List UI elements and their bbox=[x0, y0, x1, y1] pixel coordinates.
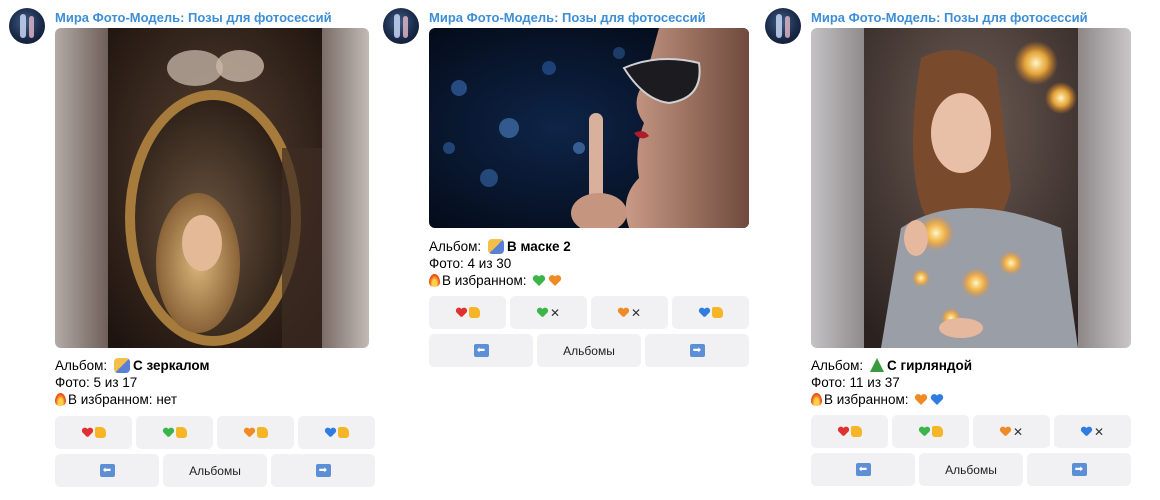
reaction-buttons bbox=[55, 416, 375, 449]
mirror-photo-image bbox=[55, 28, 369, 348]
reaction-green-button[interactable] bbox=[136, 416, 213, 449]
nav-buttons: ⬅ Альбомы ➡ bbox=[811, 453, 1131, 486]
mask-photo-image bbox=[429, 28, 749, 228]
album-label: Альбом: bbox=[811, 358, 864, 373]
post-photo-garland[interactable] bbox=[811, 28, 1131, 348]
album-line: Альбом: В маске 2 bbox=[429, 238, 571, 255]
thumbs-up-icon bbox=[931, 426, 943, 437]
green-heart-icon bbox=[533, 275, 546, 286]
post-photo-mirror[interactable] bbox=[55, 28, 369, 348]
channel-avatar[interactable] bbox=[765, 8, 801, 44]
fire-icon bbox=[811, 393, 822, 406]
reaction-green-button[interactable] bbox=[892, 415, 969, 448]
thumbs-up-icon bbox=[850, 426, 862, 437]
right-arrow-icon: ➡ bbox=[315, 464, 331, 477]
photo-count: Фото: 5 из 17 bbox=[55, 375, 138, 390]
favorites-label: В избранном: bbox=[68, 392, 153, 407]
reaction-orange-button[interactable]: ✕ bbox=[973, 415, 1050, 448]
red-heart-icon bbox=[82, 428, 93, 438]
favorites-line: В избранном: bbox=[811, 391, 944, 408]
channel-avatar[interactable] bbox=[9, 8, 45, 44]
reaction-green-button[interactable]: ✕ bbox=[510, 296, 587, 329]
next-button[interactable]: ➡ bbox=[271, 454, 375, 487]
thumbs-up-icon bbox=[337, 427, 349, 438]
left-arrow-icon: ⬅ bbox=[99, 464, 115, 477]
fire-icon bbox=[55, 393, 66, 406]
channel-avatar[interactable] bbox=[383, 8, 419, 44]
reaction-red-button[interactable] bbox=[429, 296, 506, 329]
blue-heart-icon bbox=[699, 308, 710, 318]
orange-heart-icon bbox=[915, 394, 928, 405]
prev-button[interactable]: ⬅ bbox=[429, 334, 533, 367]
albums-button[interactable]: Альбомы bbox=[163, 454, 267, 487]
reaction-buttons: ✕ ✕ bbox=[429, 296, 749, 329]
next-button[interactable]: ➡ bbox=[1027, 453, 1131, 486]
x-icon: ✕ bbox=[1012, 424, 1024, 439]
green-heart-icon bbox=[537, 308, 548, 318]
red-heart-icon bbox=[456, 308, 467, 318]
next-button[interactable]: ➡ bbox=[645, 334, 749, 367]
photo-count: Фото: 11 из 37 bbox=[811, 375, 900, 390]
channel-name[interactable]: Мира Фото-Модель: Позы для фотосессий bbox=[55, 10, 332, 25]
favorites-label: В избранном: bbox=[824, 392, 909, 407]
favorites-value: нет bbox=[156, 392, 178, 407]
albums-button[interactable]: Альбомы bbox=[537, 334, 641, 367]
x-icon: ✕ bbox=[630, 305, 642, 320]
orange-heart-icon bbox=[549, 275, 562, 286]
christmas-tree-icon bbox=[869, 358, 884, 372]
favorites-label: В избранном: bbox=[442, 273, 527, 288]
x-icon: ✕ bbox=[549, 305, 561, 320]
right-arrow-icon: ➡ bbox=[1071, 463, 1087, 476]
reaction-orange-button[interactable]: ✕ bbox=[591, 296, 668, 329]
album-label: Альбом: bbox=[55, 358, 108, 373]
reaction-blue-button[interactable]: ✕ bbox=[1054, 415, 1131, 448]
channel-name[interactable]: Мира Фото-Модель: Позы для фотосессий bbox=[811, 10, 1088, 25]
post-photo-mask[interactable] bbox=[429, 28, 749, 228]
album-name: В маске 2 bbox=[506, 239, 571, 254]
fire-icon bbox=[429, 274, 440, 287]
albums-button[interactable]: Альбомы bbox=[919, 453, 1023, 486]
green-heart-icon bbox=[163, 428, 174, 438]
favorites-line: В избранном: bbox=[429, 272, 562, 289]
nav-buttons: ⬅ Альбомы ➡ bbox=[55, 454, 375, 487]
thumbs-up-icon bbox=[175, 427, 187, 438]
blue-heart-icon bbox=[325, 428, 336, 438]
thumbs-up-icon bbox=[256, 427, 268, 438]
album-name: С зеркалом bbox=[132, 358, 210, 373]
green-heart-icon bbox=[919, 427, 930, 437]
left-arrow-icon: ⬅ bbox=[855, 463, 871, 476]
orange-heart-icon bbox=[618, 308, 629, 318]
theater-masks-icon bbox=[113, 358, 130, 373]
x-icon: ✕ bbox=[1093, 424, 1105, 439]
prev-button[interactable]: ⬅ bbox=[55, 454, 159, 487]
reaction-red-button[interactable] bbox=[811, 415, 888, 448]
album-label: Альбом: bbox=[429, 239, 482, 254]
channel-name[interactable]: Мира Фото-Модель: Позы для фотосессий bbox=[429, 10, 706, 25]
red-heart-icon bbox=[838, 427, 849, 437]
album-line: Альбом: С гирляндой bbox=[811, 357, 972, 374]
prev-button[interactable]: ⬅ bbox=[811, 453, 915, 486]
thumbs-up-icon bbox=[94, 427, 106, 438]
album-line: Альбом: С зеркалом bbox=[55, 357, 209, 374]
right-arrow-icon: ➡ bbox=[689, 344, 705, 357]
thumbs-up-icon bbox=[468, 307, 480, 318]
reaction-blue-button[interactable] bbox=[672, 296, 749, 329]
favorites-line: В избранном: нет bbox=[55, 391, 177, 408]
nav-buttons: ⬅ Альбомы ➡ bbox=[429, 334, 749, 367]
reaction-orange-button[interactable] bbox=[217, 416, 294, 449]
orange-heart-icon bbox=[1000, 427, 1011, 437]
reaction-buttons: ✕ ✕ bbox=[811, 415, 1131, 448]
left-arrow-icon: ⬅ bbox=[473, 344, 489, 357]
blue-heart-icon bbox=[1081, 427, 1092, 437]
orange-heart-icon bbox=[244, 428, 255, 438]
photo-count: Фото: 4 из 30 bbox=[429, 256, 512, 271]
reaction-blue-button[interactable] bbox=[298, 416, 375, 449]
garland-photo-image bbox=[811, 28, 1131, 348]
thumbs-up-icon bbox=[711, 307, 723, 318]
blue-heart-icon bbox=[931, 394, 944, 405]
album-name: С гирляндой bbox=[886, 358, 973, 373]
theater-masks-icon bbox=[487, 239, 504, 254]
reaction-red-button[interactable] bbox=[55, 416, 132, 449]
